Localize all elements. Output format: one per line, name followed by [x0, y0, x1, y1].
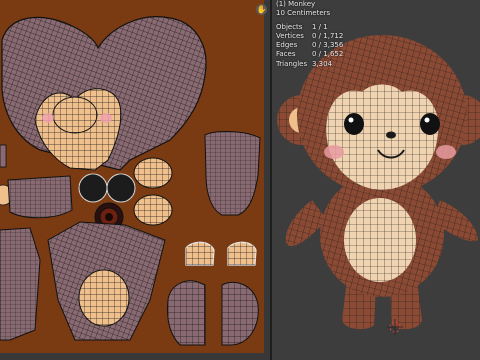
blender-window: ✋ (1) Monkey 10 Centimeters Objects 1 / … [0, 0, 480, 360]
uv-island-strip [0, 144, 7, 168]
stat-faces: Faces 0 / 1,652 [276, 50, 344, 59]
hand-icon[interactable]: ✋ [256, 4, 267, 15]
stat-vertices: Vertices 0 / 1,712 [276, 31, 344, 40]
stat-triangles: Triangles 3,304 [276, 59, 333, 68]
uv-island-arm [7, 175, 73, 219]
uv-canvas[interactable] [0, 0, 270, 360]
viewport-stats-overlay: (1) Monkey 10 Centimeters Objects 1 / 1 V… [276, 0, 343, 69]
object-name: (1) Monkey [276, 0, 316, 8]
uv-editor[interactable]: ✋ [0, 0, 270, 360]
3d-viewport[interactable]: (1) Monkey 10 Centimeters Objects 1 / 1 V… [272, 0, 480, 360]
scale-label: 10 Centimeters [276, 9, 331, 18]
uv-island-body-left [0, 227, 41, 341]
stat-objects: Objects 1 / 1 [276, 22, 328, 31]
